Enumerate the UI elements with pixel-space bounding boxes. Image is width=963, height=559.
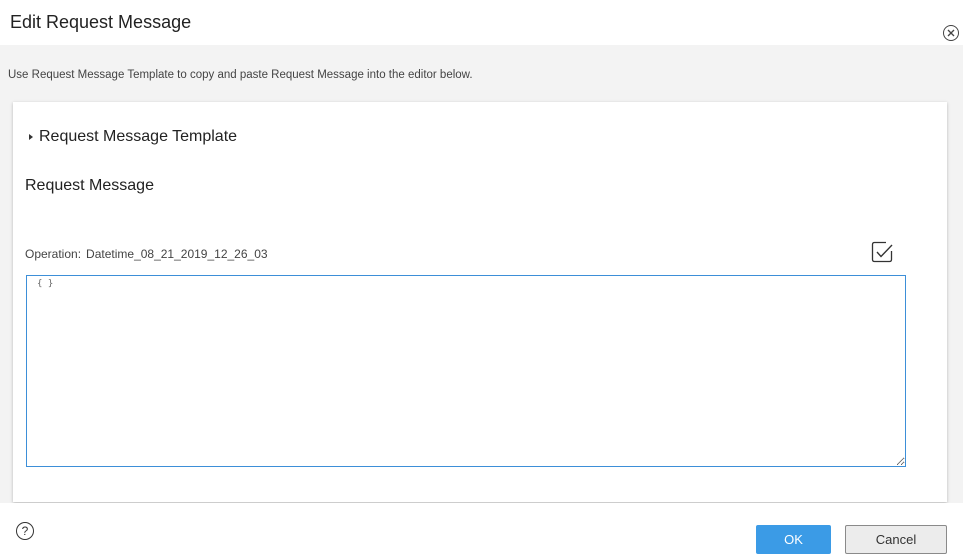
dialog-title: Edit Request Message [10, 12, 192, 32]
instructions-text: Use Request Message Template to copy and… [8, 69, 473, 81]
dialog-header: Edit Request Message [0, 0, 963, 45]
caret-right-icon [29, 133, 33, 140]
validate-check-glyph [871, 241, 893, 263]
operation-row: Operation: Datetime_08_21_2019_12_26_03 [25, 247, 268, 261]
template-toggle-label: Request Message Template [39, 128, 238, 145]
request-message-heading: Request Message [25, 177, 154, 194]
help-icon[interactable]: ? [16, 522, 34, 540]
edit-request-message-dialog: Edit Request Message Use Request Message… [0, 0, 963, 559]
close-icon[interactable] [943, 25, 959, 41]
operation-value: Datetime_08_21_2019_12_26_03 [86, 247, 268, 261]
request-message-editor[interactable] [26, 275, 906, 467]
request-message-template-toggle[interactable]: Request Message Template [29, 128, 237, 146]
operation-label: Operation: [25, 247, 82, 261]
ok-button[interactable]: OK [756, 525, 831, 554]
validate-check-icon[interactable] [871, 241, 893, 263]
dialog-content: Use Request Message Template to copy and… [0, 45, 963, 503]
close-x-glyph [947, 29, 955, 37]
dialog-footer: ? OK Cancel [0, 503, 963, 559]
cancel-button[interactable]: Cancel [845, 525, 947, 554]
